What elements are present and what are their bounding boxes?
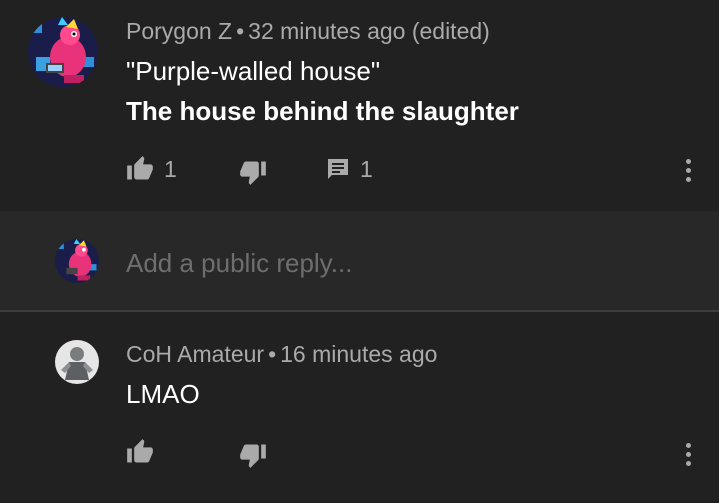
- comment-text-line-1: "Purple-walled house": [126, 56, 381, 86]
- comment-text-line-1: LMAO: [126, 379, 200, 409]
- thumbs-up-icon: [127, 156, 153, 180]
- author-name[interactable]: Porygon Z: [126, 18, 232, 44]
- more-options-icon[interactable]: [678, 438, 698, 470]
- current-user-avatar-icon: [55, 239, 99, 283]
- more-options-icon[interactable]: [678, 154, 698, 186]
- thumbs-down-icon: [240, 444, 266, 468]
- reply-box: [0, 211, 719, 311]
- comment-icon: [328, 158, 348, 179]
- comment-coh-amateur: CoH Amateur • 16 minutes ago LMAO: [0, 312, 719, 503]
- comment-porygon-z: Porygon Z • 32 minutes ago (edited) "Purpl…: [0, 0, 719, 211]
- dislike-button[interactable]: [239, 441, 267, 469]
- comment-text-line-2: The house behind the slaughter: [126, 96, 519, 126]
- meta-separator: •: [236, 18, 245, 44]
- thumbs-up-icon: [127, 439, 153, 463]
- dislike-button[interactable]: [239, 158, 267, 186]
- comment-time: 16 minutes ago: [280, 341, 438, 367]
- like-button[interactable]: 1: [126, 155, 177, 183]
- comment-time: 32 minutes ago (edited): [248, 18, 490, 44]
- porygon-z-avatar-icon[interactable]: [28, 17, 98, 87]
- comment-thread: Porygon Z • 32 minutes ago (edited) "Purpl…: [0, 0, 719, 503]
- reply-input[interactable]: [126, 243, 686, 283]
- like-count: 1: [164, 155, 177, 182]
- grey-figure-avatar-icon[interactable]: [55, 340, 99, 384]
- meta-separator: •: [268, 341, 277, 367]
- thumbs-down-icon: [240, 161, 266, 185]
- comment-meta: Porygon Z • 32 minutes ago (edited): [126, 18, 490, 45]
- reply-count: 1: [360, 156, 373, 182]
- reply-button[interactable]: 1: [326, 156, 373, 183]
- comment-meta: CoH Amateur • 16 minutes ago: [126, 341, 437, 368]
- like-button[interactable]: [126, 438, 154, 466]
- author-name[interactable]: CoH Amateur: [126, 341, 264, 367]
